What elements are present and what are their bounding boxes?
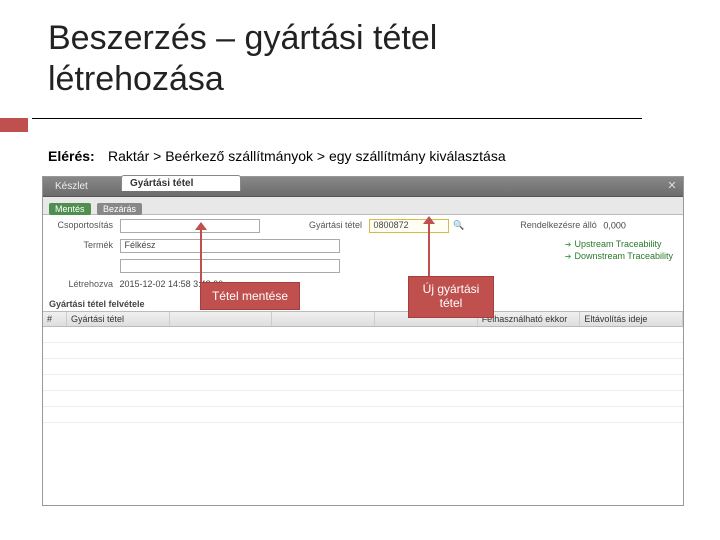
field-group-label: Csoportosítás xyxy=(53,220,113,230)
table-row[interactable] xyxy=(43,391,683,407)
table-row[interactable] xyxy=(43,343,683,359)
table-row[interactable] xyxy=(43,375,683,391)
field-group-input[interactable] xyxy=(120,219,260,233)
search-icon[interactable]: 🔍 xyxy=(453,220,464,230)
close-button[interactable]: Bezárás xyxy=(97,203,142,215)
slide-title-line2: létrehozása xyxy=(48,60,224,98)
col-lot[interactable]: Gyártási tétel xyxy=(67,312,170,326)
arrow-line-2 xyxy=(428,222,430,278)
window-header: Készlet Gyártási tétel ✕ xyxy=(43,177,683,197)
slide-title-line1: Beszerzés – gyártási tétel xyxy=(48,19,437,57)
accent-bar xyxy=(0,118,28,132)
callout-new-item: Új gyártási tétel xyxy=(408,276,494,318)
grid-header: # Gyártási tétel Felhasználható ekkor El… xyxy=(43,311,683,327)
link-upstream-traceability[interactable]: Upstream Traceability xyxy=(565,239,673,249)
toolbar: Mentés Bezárás xyxy=(43,197,683,215)
field-created-label: Létrehozva xyxy=(53,279,113,289)
col-2[interactable] xyxy=(170,312,273,326)
grid-section-title: Gyártási tétel felvétele xyxy=(49,299,145,309)
field-avail-label: Rendelkezésre álló xyxy=(497,220,597,230)
arrow-line-1 xyxy=(200,228,202,284)
field-product-input[interactable]: Félkész xyxy=(120,239,340,253)
tab-stock[interactable]: Készlet xyxy=(47,179,96,194)
title-underline xyxy=(32,118,642,119)
table-row[interactable] xyxy=(43,407,683,423)
field-avail-value: 0,000 xyxy=(603,220,626,230)
col-num[interactable]: # xyxy=(43,312,67,326)
col-3[interactable] xyxy=(272,312,375,326)
form-body: Csoportosítás Gyártási tétel 0800872 🔍 R… xyxy=(43,215,683,505)
app-window: Készlet Gyártási tétel ✕ Mentés Bezárás … xyxy=(42,176,684,506)
col-remove[interactable]: Eltávolítás ideje xyxy=(580,312,683,326)
field-lot-label: Gyártási tétel xyxy=(292,220,362,230)
field-product-label: Termék xyxy=(53,240,113,250)
access-label: Elérés: xyxy=(48,148,95,164)
callout-save-item: Tétel mentése xyxy=(200,282,300,310)
table-row[interactable] xyxy=(43,359,683,375)
close-icon[interactable]: ✕ xyxy=(665,179,679,193)
save-button[interactable]: Mentés xyxy=(49,203,91,215)
field-lot-input[interactable]: 0800872 xyxy=(369,219,449,233)
access-path: Raktár > Beérkező szállítmányok > egy sz… xyxy=(108,148,506,164)
arrow-head-2 xyxy=(423,216,435,224)
tab-production-lot[interactable]: Gyártási tétel xyxy=(121,175,241,191)
field-empty-input[interactable] xyxy=(120,259,340,273)
arrow-head-1 xyxy=(195,222,207,230)
table-row[interactable] xyxy=(43,327,683,343)
